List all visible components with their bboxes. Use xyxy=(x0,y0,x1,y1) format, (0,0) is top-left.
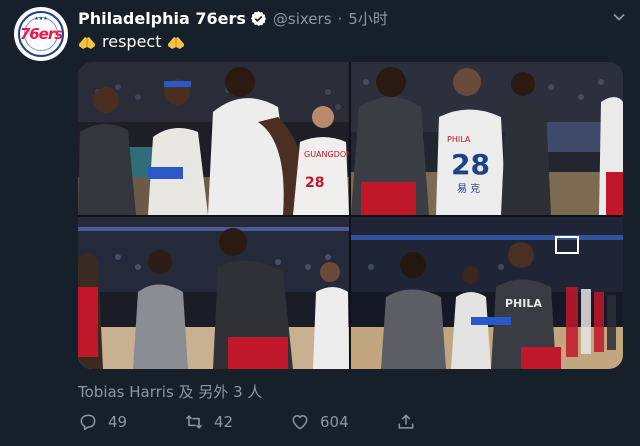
tweet-actions: 49 42 604 xyxy=(78,412,623,440)
tweet-body: respect xyxy=(102,32,162,51)
verified-badge-icon xyxy=(250,11,267,26)
photo-4[interactable]: PHILA xyxy=(351,217,623,369)
reply-count: 49 xyxy=(108,413,128,431)
tweet-text: respect xyxy=(78,32,185,51)
tagged-people[interactable]: Tobias Harris 及 另外 3 人 xyxy=(78,381,262,402)
like-count: 604 xyxy=(320,413,349,431)
tweet-header: Philadelphia 76ers @sixers · 5小时 xyxy=(78,8,388,29)
share-icon xyxy=(398,414,414,429)
folded-hands-emoji-icon xyxy=(79,36,95,49)
like-button[interactable]: 604 xyxy=(290,412,349,432)
reply-icon xyxy=(80,414,96,431)
account-handle[interactable]: @sixers xyxy=(273,10,332,28)
photo-1[interactable]: GUANGDONG 28 xyxy=(78,62,349,215)
reply-button[interactable]: 49 xyxy=(78,412,127,432)
chevron-down-icon[interactable] xyxy=(612,10,626,24)
media-grid: GUANGDONG 28 PHILA 28 易 克 xyxy=(78,62,623,369)
retweet-button[interactable]: 42 xyxy=(184,412,233,432)
photo-3[interactable] xyxy=(78,217,349,369)
jersey-text: PHILA xyxy=(505,297,542,310)
jersey-chinese-text: 易 克 xyxy=(457,183,480,195)
share-button[interactable] xyxy=(396,412,426,432)
logo-text: 76ers xyxy=(19,25,63,43)
jersey-number: 28 xyxy=(305,175,324,191)
folded-hands-emoji-icon xyxy=(168,36,185,49)
separator-dot: · xyxy=(337,9,343,28)
avatar[interactable]: ★★★ 76ers xyxy=(14,7,68,61)
photo-2[interactable]: PHILA 28 易 克 xyxy=(351,62,623,215)
logo-stars: ★★★ xyxy=(34,16,48,22)
jersey-text: GUANGDONG xyxy=(304,150,349,159)
retweet-icon xyxy=(185,415,203,429)
display-name[interactable]: Philadelphia 76ers xyxy=(78,9,246,28)
sixers-logo: ★★★ 76ers xyxy=(18,11,64,57)
jersey-number: 28 xyxy=(451,148,490,181)
tweet-timestamp[interactable]: 5小时 xyxy=(348,8,388,29)
jersey-text: PHILA xyxy=(447,135,471,144)
heart-icon xyxy=(292,415,308,430)
retweet-count: 42 xyxy=(214,413,234,431)
